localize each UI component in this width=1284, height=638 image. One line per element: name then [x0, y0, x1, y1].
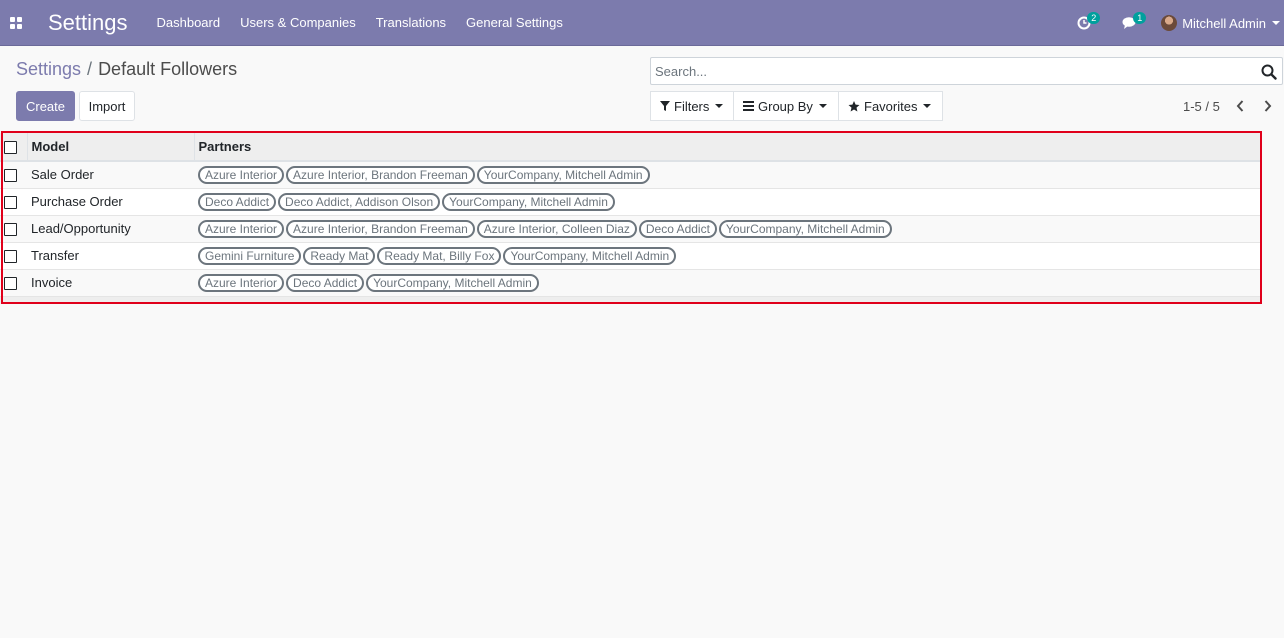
- partners-cell[interactable]: Azure Interior Azure Interior, Brandon Fr…: [194, 215, 1261, 242]
- partners-cell[interactable]: Gemini Furniture Ready Mat Ready Mat, Bill…: [194, 242, 1261, 269]
- favorites-label: Favorites: [864, 98, 918, 114]
- table-row[interactable]: Lead/Opportunity Azure Interior Azure Inte…: [0, 215, 1261, 242]
- breadcrumb: Settings / Default Followers: [16, 59, 237, 80]
- group-by-button[interactable]: Group By: [733, 91, 839, 121]
- list-view: Model Partners Sale Order Azure Interior A…: [0, 133, 1261, 304]
- user-name: Mitchell Admin: [1182, 15, 1266, 31]
- top-navbar: Settings Dashboard Users & Companies Tra…: [0, 0, 1284, 46]
- caret-down-icon: [923, 104, 932, 108]
- row-checkbox[interactable]: [4, 196, 17, 210]
- chevron-right-icon: [1264, 100, 1272, 112]
- partner-tag: YourCompany, Mitchell Admin: [476, 165, 650, 184]
- messages-menu[interactable]: 1: [1115, 0, 1147, 46]
- row-select-cell: [0, 242, 27, 269]
- partner-tag: Azure Interior: [198, 273, 285, 292]
- table-row[interactable]: Invoice Azure Interior Deco Addict YourComp…: [0, 269, 1261, 296]
- model-cell[interactable]: Purchase Order: [27, 188, 194, 215]
- partner-tag: Azure Interior: [198, 219, 285, 238]
- partner-tag: YourCompany, Mitchell Admin: [718, 219, 892, 238]
- partner-tag: Deco Addict: [198, 192, 277, 211]
- group-by-label: Group By: [758, 98, 813, 114]
- create-button[interactable]: Create: [16, 91, 75, 121]
- select-all-cell: [0, 133, 28, 161]
- activity-menu[interactable]: 2: [1069, 0, 1101, 46]
- partner-tag: Deco Addict: [638, 219, 717, 238]
- pager-next-button[interactable]: [1260, 97, 1276, 115]
- table-header-row: Model Partners: [0, 133, 1261, 161]
- pager-value[interactable]: 1-5 / 5: [1183, 99, 1220, 114]
- breadcrumb-settings-link[interactable]: Settings: [16, 59, 81, 79]
- row-checkbox[interactable]: [4, 223, 17, 237]
- table-footer-row: [0, 296, 1261, 304]
- caret-down-icon: [715, 104, 724, 108]
- row-select-cell: [0, 269, 27, 296]
- messages-count-badge: 1: [1133, 12, 1147, 24]
- column-header-model[interactable]: Model: [27, 133, 195, 161]
- activity-count-badge: 2: [1087, 12, 1101, 24]
- menu-translations[interactable]: Translations: [366, 0, 456, 46]
- partners-cell[interactable]: Deco Addict Deco Addict, Addison Olson You…: [194, 188, 1261, 215]
- model-cell[interactable]: Sale Order: [27, 161, 194, 188]
- favorites-button[interactable]: Favorites: [838, 91, 943, 121]
- table-row[interactable]: Transfer Gemini Furniture Ready Mat Ready M…: [0, 242, 1261, 269]
- row-checkbox[interactable]: [4, 277, 17, 291]
- partner-tag: Ready Mat: [303, 246, 376, 265]
- partner-tag: Azure Interior, Brandon Freeman: [286, 165, 475, 184]
- select-all-checkbox[interactable]: [4, 141, 17, 155]
- partner-tag: Ready Mat, Billy Fox: [377, 246, 502, 265]
- import-button[interactable]: Import: [79, 91, 135, 121]
- row-select-cell: [0, 215, 27, 242]
- followers-table: Model Partners Sale Order Azure Interior A…: [0, 133, 1261, 304]
- row-select-cell: [0, 188, 27, 215]
- caret-down-icon: [1272, 21, 1280, 25]
- filters-label: Filters: [674, 98, 710, 114]
- breadcrumb-separator: /: [87, 59, 93, 79]
- menu-general-settings[interactable]: General Settings: [456, 0, 573, 46]
- partner-tag: Azure Interior: [198, 165, 285, 184]
- row-checkbox[interactable]: [4, 169, 17, 183]
- avatar: [1161, 15, 1178, 31]
- pager-previous-button[interactable]: [1232, 97, 1248, 115]
- partner-tag: YourCompany, Mitchell Admin: [503, 246, 677, 265]
- model-cell[interactable]: Invoice: [27, 269, 194, 296]
- menu-dashboard[interactable]: Dashboard: [147, 0, 231, 46]
- partner-tag: Deco Addict: [286, 273, 365, 292]
- bars-icon: [743, 101, 754, 111]
- model-cell[interactable]: Transfer: [27, 242, 194, 269]
- menu-users-companies[interactable]: Users & Companies: [230, 0, 366, 46]
- partners-cell[interactable]: Azure Interior Deco Addict YourCompany, Mi…: [194, 269, 1261, 296]
- model-cell[interactable]: Lead/Opportunity: [27, 215, 194, 242]
- partner-tag: Gemini Furniture: [198, 246, 302, 265]
- table-row[interactable]: Sale Order Azure Interior Azure Interior, …: [0, 161, 1261, 188]
- partner-tag: YourCompany, Mitchell Admin: [366, 273, 539, 292]
- star-icon: [848, 100, 860, 111]
- chevron-left-icon: [1236, 100, 1244, 112]
- search-bar: [650, 57, 1283, 85]
- apps-menu-icon[interactable]: [0, 0, 32, 46]
- row-select-cell: [0, 161, 27, 188]
- page-title: Default Followers: [98, 59, 238, 79]
- partner-tag: YourCompany, Mitchell Admin: [442, 192, 615, 211]
- partners-cell[interactable]: Azure Interior Azure Interior, Brandon Fr…: [194, 161, 1261, 188]
- partner-tag: Deco Addict, Addison Olson: [278, 192, 441, 211]
- user-menu[interactable]: Mitchell Admin: [1161, 15, 1284, 31]
- row-checkbox[interactable]: [4, 250, 17, 264]
- search-icon[interactable]: [1261, 64, 1277, 80]
- partner-tag: Azure Interior, Brandon Freeman: [286, 219, 475, 238]
- column-header-partners[interactable]: Partners: [194, 133, 1261, 161]
- app-title[interactable]: Settings: [48, 10, 128, 36]
- table-row[interactable]: Purchase Order Deco Addict Deco Addict, Ad…: [0, 188, 1261, 215]
- filters-button[interactable]: Filters: [650, 91, 734, 121]
- search-input[interactable]: [655, 59, 1245, 83]
- filter-icon: [660, 101, 670, 111]
- caret-down-icon: [818, 104, 827, 108]
- partner-tag: Azure Interior, Colleen Diaz: [476, 219, 637, 238]
